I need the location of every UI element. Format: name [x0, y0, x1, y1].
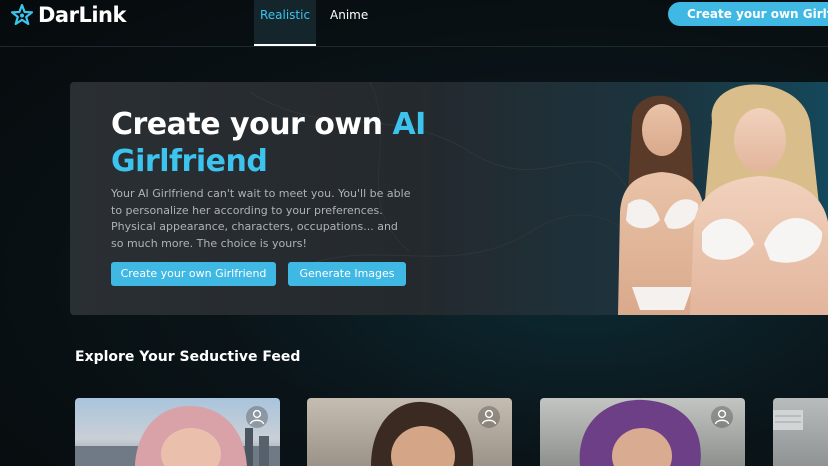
create-girlfriend-button-top[interactable]: Create your own Girlfriend [668, 2, 828, 26]
user-icon [249, 409, 265, 425]
feed-card[interactable] [307, 398, 512, 466]
user-icon [481, 409, 497, 425]
hero-description: Your AI Girlfriend can't wait to meet yo… [111, 187, 411, 250]
user-profile-button[interactable] [478, 406, 500, 428]
logo[interactable]: DarLink [10, 2, 126, 28]
user-profile-button[interactable] [711, 406, 733, 428]
user-icon [714, 409, 730, 425]
generate-images-button[interactable]: Generate Images [288, 262, 406, 286]
feed-card-image [773, 410, 803, 430]
star-logo-icon [10, 3, 34, 26]
hero-title: Create your own AI Girlfriend [111, 106, 431, 180]
create-girlfriend-button[interactable]: Create your own Girlfriend [111, 262, 276, 286]
feed-card[interactable] [540, 398, 745, 466]
feed-card[interactable] [75, 398, 280, 466]
top-nav: DarLink Realistic Anime Create your own … [0, 0, 828, 47]
hero-models-image [618, 84, 828, 315]
user-profile-button[interactable] [246, 406, 268, 428]
tab-anime[interactable]: Anime [330, 0, 368, 46]
feed-title: Explore Your Seductive Feed [75, 349, 301, 365]
hero-banner: Create your own AI Girlfriend Your AI Gi… [70, 82, 828, 315]
feed-card[interactable] [773, 398, 828, 466]
tab-realistic[interactable]: Realistic [254, 0, 316, 46]
brand-name: DarLink [38, 3, 126, 27]
hero-title-prefix: Create your own [111, 107, 393, 142]
